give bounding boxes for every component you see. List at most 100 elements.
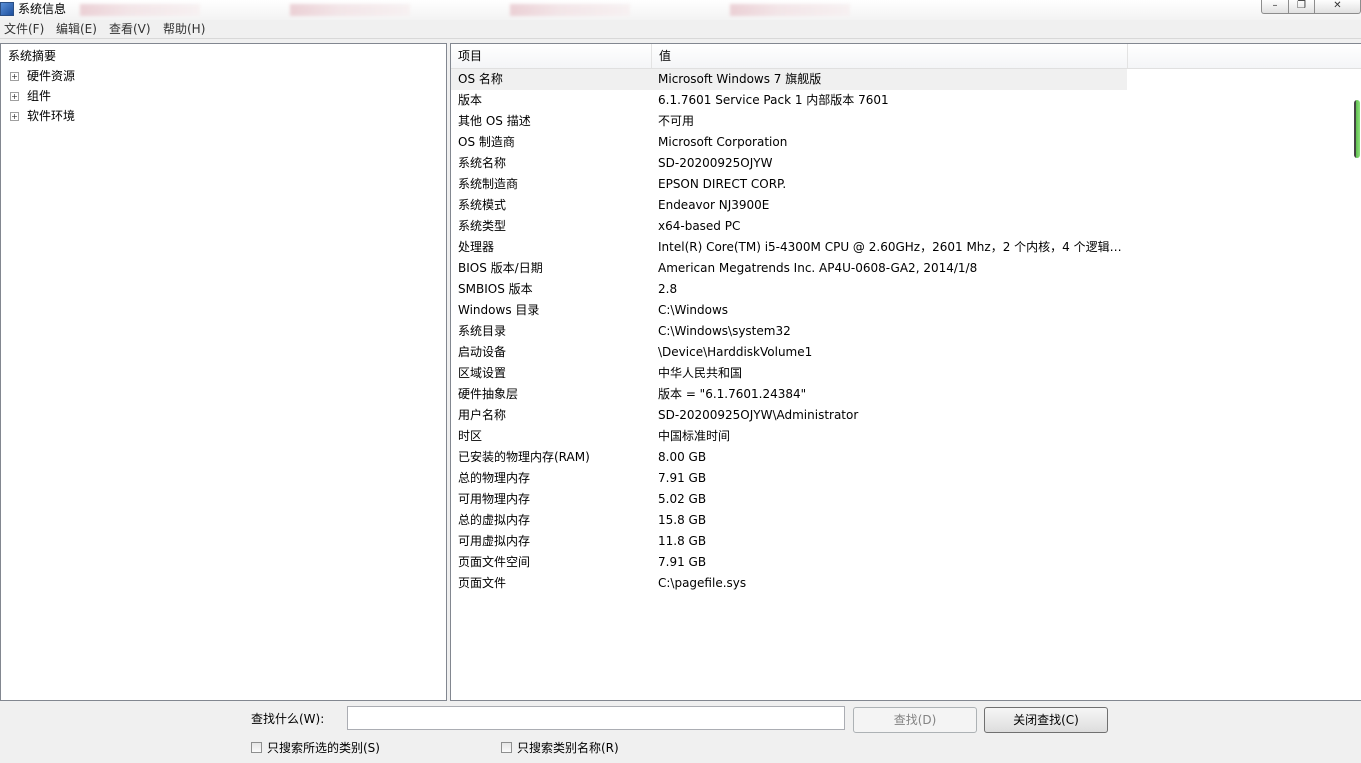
table-row[interactable]: 系统名称 SD-20200925OJYW [451,153,1351,174]
table-row[interactable]: 总的物理内存 7.91 GB [451,468,1351,489]
table-row[interactable]: 区域设置 中华人民共和国 [451,363,1351,384]
table-row[interactable]: 系统类型 x64-based PC [451,216,1351,237]
row-value-cell: SD-20200925OJYW [658,156,773,170]
blurred-tab [510,4,630,16]
category-tree[interactable]: 系统摘要 + 硬件资源 + 组件 + 软件环境 [0,43,447,701]
row-item-cell: 硬件抽象层 [458,387,519,401]
row-item-cell: 页面文件 [458,576,507,590]
table-row[interactable]: 页面文件空间 7.91 GB [451,552,1351,573]
row-item-cell: OS 名称 [451,69,651,90]
column-header-item[interactable]: 项目 [451,44,652,68]
row-item-cell: 启动设备 [458,345,507,359]
row-value-cell: SD-20200925OJYW\Administrator [658,408,859,422]
table-row[interactable]: 系统模式 Endeavor NJ3900E [451,195,1351,216]
vertical-scrollbar[interactable] [1353,44,1361,700]
tree-item-system-summary[interactable]: 系统摘要 [8,48,56,64]
find-what-input[interactable] [347,706,845,730]
row-item-cell: 时区 [458,429,483,443]
tree-item-label: 软件环境 [27,109,76,123]
minimize-icon: – [1272,0,1278,11]
row-item-cell: 可用物理内存 [458,492,531,506]
close-button[interactable]: ✕ [1314,0,1361,14]
row-value-cell: C:\pagefile.sys [658,576,747,590]
window-title: 系统信息 [18,2,67,16]
checkbox-label: 只搜索所选的类别(S) [267,741,380,755]
row-item-cell: 总的物理内存 [458,471,531,485]
row-value-cell: Intel(R) Core(TM) i5-4300M CPU @ 2.60GHz… [658,240,1127,254]
table-row[interactable]: 已安装的物理内存(RAM) 8.00 GB [451,447,1351,468]
checkbox-box[interactable] [501,742,512,753]
checkbox-box[interactable] [251,742,262,753]
blurred-tab [730,4,850,16]
blurred-tab [290,4,410,16]
row-value-cell: 不可用 [658,114,695,128]
row-value-cell: C:\Windows [658,303,729,317]
row-value-cell: 6.1.7601 Service Pack 1 内部版本 7601 [658,93,889,107]
table-row[interactable]: SMBIOS 版本 2.8 [451,279,1351,300]
tree-item-label: 组件 [27,89,52,103]
row-item-cell: 可用虚拟内存 [458,534,531,548]
table-row[interactable]: 硬件抽象层 版本 = "6.1.7601.24384" [451,384,1351,405]
table-row[interactable]: 启动设备 \Device\HarddiskVolume1 [451,342,1351,363]
expand-plus-icon[interactable]: + [10,92,19,101]
row-item-cell: 系统名称 [458,156,507,170]
row-value-cell: EPSON DIRECT CORP. [658,177,787,191]
find-button[interactable]: 查找(D) [853,707,977,733]
row-item-cell: 已安装的物理内存(RAM) [458,450,590,464]
column-header-value[interactable]: 值 [652,44,1128,68]
list-rows: OS 名称 Microsoft Windows 7 旗舰版 版本 6.1.7601 S… [451,69,1351,594]
table-row[interactable]: 系统目录 C:\Windows\system32 [451,321,1351,342]
close-find-button[interactable]: 关闭查找(C) [984,707,1108,733]
row-value-cell: 7.91 GB [658,555,707,569]
scrollbar-thumb[interactable] [1354,100,1360,158]
table-row[interactable]: 其他 OS 描述 不可用 [451,111,1351,132]
table-row[interactable]: 可用物理内存 5.02 GB [451,489,1351,510]
table-row[interactable]: 版本 6.1.7601 Service Pack 1 内部版本 7601 [451,90,1351,111]
minimize-button[interactable]: – [1261,0,1289,14]
expand-plus-icon[interactable]: + [10,72,19,81]
row-value-cell: x64-based PC [658,219,741,233]
checkbox-label: 只搜索类别名称(R) [517,741,619,755]
row-item-cell: 处理器 [458,240,495,254]
row-value-cell: 版本 = "6.1.7601.24384" [658,387,807,401]
menu-view[interactable]: 查看(V) [109,21,151,37]
menu-edit[interactable]: 编辑(E) [56,21,97,37]
expand-plus-icon[interactable]: + [10,112,19,121]
table-row[interactable]: 处理器 Intel(R) Core(TM) i5-4300M CPU @ 2.60… [451,237,1351,258]
row-value-cell: 7.91 GB [658,471,707,485]
list-header: 项目 值 [451,44,1361,69]
table-row[interactable]: OS 制造商 Microsoft Corporation [451,132,1351,153]
maximize-button[interactable]: ❐ [1288,0,1315,14]
table-row[interactable]: Windows 目录 C:\Windows [451,300,1351,321]
row-item-cell: 用户名称 [458,408,507,422]
row-item-cell: 系统目录 [458,324,507,338]
row-item-cell: Windows 目录 [458,303,540,317]
row-value-cell: 5.02 GB [658,492,707,506]
close-icon: ✕ [1333,0,1342,11]
menu-file[interactable]: 文件(F) [4,21,44,37]
row-item-cell: OS 制造商 [458,135,515,149]
row-item-cell: 系统制造商 [458,177,519,191]
table-row[interactable]: OS 名称 Microsoft Windows 7 旗舰版 [451,69,1351,90]
row-value-cell: \Device\HarddiskVolume1 [658,345,813,359]
row-value-cell: Microsoft Windows 7 旗舰版 [651,69,1127,90]
row-item-cell: BIOS 版本/日期 [458,261,543,275]
table-row[interactable]: 总的虚拟内存 15.8 GB [451,510,1351,531]
details-list[interactable]: 项目 值 OS 名称 Microsoft Windows 7 旗舰版 版本 6.1.7… [450,43,1361,701]
table-row[interactable]: 时区 中国标准时间 [451,426,1351,447]
menu-bar: 文件(F) 编辑(E) 查看(V) 帮助(H) [0,20,1361,39]
row-value-cell: 2.8 [658,282,678,296]
row-item-cell: 区域设置 [458,366,507,380]
table-row[interactable]: 用户名称 SD-20200925OJYW\Administrator [451,405,1351,426]
menu-help[interactable]: 帮助(H) [163,21,205,37]
find-what-label: 查找什么(W): [251,712,325,726]
row-value-cell: 15.8 GB [658,513,707,527]
row-item-cell: 总的虚拟内存 [458,513,531,527]
table-row[interactable]: 可用虚拟内存 11.8 GB [451,531,1351,552]
table-row[interactable]: BIOS 版本/日期 American Megatrends Inc. AP4U-… [451,258,1351,279]
table-row[interactable]: 页面文件 C:\pagefile.sys [451,573,1351,594]
table-row[interactable]: 系统制造商 EPSON DIRECT CORP. [451,174,1351,195]
row-item-cell: 页面文件空间 [458,555,531,569]
title-bar: 系统信息 – ❐ ✕ [0,0,1361,21]
row-value-cell: 中华人民共和国 [658,366,743,380]
